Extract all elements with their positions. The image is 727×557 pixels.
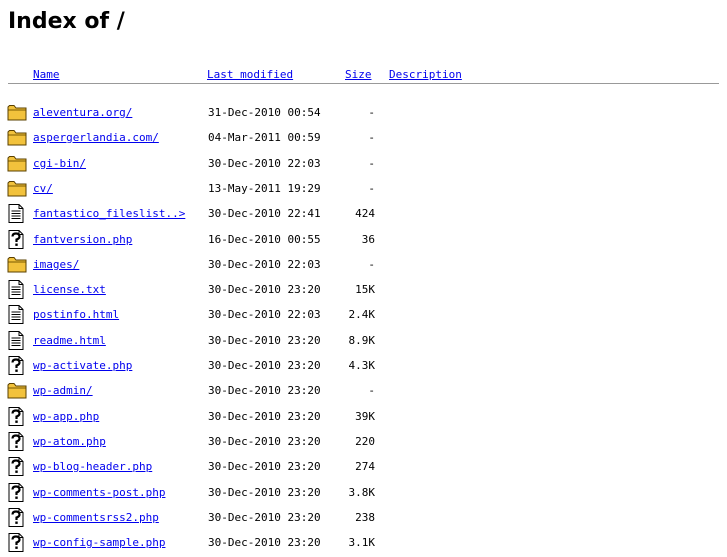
text-file-icon: [7, 304, 27, 326]
table-row: wp-commentsrss2.php 30-Dec-2010 23:20 238: [0, 507, 727, 529]
text-file-icon: [7, 330, 27, 352]
table-row: wp-activate.php 30-Dec-2010 23:20 4.3K: [0, 355, 727, 377]
file-link[interactable]: fantversion.php: [33, 233, 132, 246]
last-modified-cell: 30-Dec-2010 23:20: [208, 384, 321, 397]
folder-icon: [7, 178, 27, 200]
last-modified-cell: 04-Mar-2011 00:59: [208, 131, 321, 144]
size-cell: -: [368, 258, 375, 271]
folder-icon: [7, 254, 27, 276]
unknown-file-icon: [7, 456, 27, 478]
column-header-description[interactable]: Description: [389, 68, 462, 82]
header-divider: [8, 83, 719, 84]
last-modified-cell: 30-Dec-2010 22:41: [208, 207, 321, 220]
file-link[interactable]: wp-admin/: [33, 384, 93, 397]
file-link[interactable]: aspergerlandia.com/: [33, 131, 159, 144]
last-modified-cell: 30-Dec-2010 23:20: [208, 283, 321, 296]
table-row: fantversion.php 16-Dec-2010 00:55 36: [0, 229, 727, 251]
file-link[interactable]: postinfo.html: [33, 308, 119, 321]
table-row: cv/13-May-2011 19:29 -: [0, 178, 727, 200]
file-link[interactable]: fantastico_fileslist..>: [33, 207, 185, 220]
unknown-file-icon: [7, 355, 27, 377]
file-link[interactable]: cv/: [33, 182, 53, 195]
file-link[interactable]: readme.html: [33, 334, 106, 347]
size-cell: 424: [355, 207, 375, 220]
file-link[interactable]: images/: [33, 258, 79, 271]
unknown-file-icon: [7, 482, 27, 504]
last-modified-cell: 30-Dec-2010 22:03: [208, 157, 321, 170]
size-cell: 15K: [355, 283, 375, 296]
size-cell: -: [368, 157, 375, 170]
file-link[interactable]: license.txt: [33, 283, 106, 296]
column-header-last-modified[interactable]: Last modified: [207, 68, 293, 82]
folder-icon: [7, 153, 27, 175]
size-cell: 238: [355, 511, 375, 524]
last-modified-cell: 30-Dec-2010 23:20: [208, 460, 321, 473]
last-modified-cell: 30-Dec-2010 22:03: [208, 258, 321, 271]
last-modified-cell: 13-May-2011 19:29: [208, 182, 321, 195]
last-modified-cell: 30-Dec-2010 23:20: [208, 334, 321, 347]
size-cell: -: [368, 182, 375, 195]
table-row: wp-config-sample.php 30-Dec-2010 23:20 3.1…: [0, 532, 727, 554]
size-cell: 220: [355, 435, 375, 448]
unknown-file-icon: [7, 406, 27, 428]
column-header-size[interactable]: Size: [345, 68, 372, 82]
last-modified-cell: 30-Dec-2010 23:20: [208, 511, 321, 524]
file-link[interactable]: wp-config-sample.php: [33, 536, 165, 549]
last-modified-cell: 30-Dec-2010 23:20: [208, 486, 321, 499]
table-row: postinfo.html 30-Dec-2010 22:03 2.4K: [0, 304, 727, 326]
unknown-file-icon: [7, 532, 27, 554]
text-file-icon: [7, 203, 27, 225]
table-row: cgi-bin/30-Dec-2010 22:03 -: [0, 153, 727, 175]
unknown-file-icon: [7, 507, 27, 529]
table-row: aspergerlandia.com/04-Mar-2011 00:59 -: [0, 127, 727, 149]
table-row: images/30-Dec-2010 22:03 -: [0, 254, 727, 276]
size-cell: -: [368, 106, 375, 119]
size-cell: -: [368, 384, 375, 397]
table-row: license.txt 30-Dec-2010 23:20 15K: [0, 279, 727, 301]
column-header-name[interactable]: Name: [33, 68, 60, 82]
last-modified-cell: 31-Dec-2010 00:54: [208, 106, 321, 119]
last-modified-cell: 16-Dec-2010 00:55: [208, 233, 321, 246]
text-file-icon: [7, 279, 27, 301]
unknown-file-icon: [7, 431, 27, 453]
size-cell: 36: [361, 233, 375, 246]
page-title: Index of /: [8, 9, 125, 34]
last-modified-cell: 30-Dec-2010 22:03: [208, 308, 321, 321]
file-link[interactable]: wp-blog-header.php: [33, 460, 152, 473]
file-link[interactable]: cgi-bin/: [33, 157, 86, 170]
file-link[interactable]: wp-activate.php: [33, 359, 132, 372]
size-cell: 4.3K: [348, 359, 376, 372]
file-link[interactable]: wp-commentsrss2.php: [33, 511, 159, 524]
folder-icon: [7, 380, 27, 402]
table-row: aleventura.org/31-Dec-2010 00:54 -: [0, 102, 727, 124]
table-row: readme.html 30-Dec-2010 23:20 8.9K: [0, 330, 727, 352]
size-cell: 8.9K: [348, 334, 376, 347]
file-link[interactable]: wp-atom.php: [33, 435, 106, 448]
last-modified-cell: 30-Dec-2010 23:20: [208, 536, 321, 549]
last-modified-cell: 30-Dec-2010 23:20: [208, 410, 321, 423]
table-row: wp-atom.php 30-Dec-2010 23:20 220: [0, 431, 727, 453]
size-cell: -: [368, 131, 375, 144]
file-link[interactable]: wp-comments-post.php: [33, 486, 165, 499]
size-cell: 39K: [355, 410, 375, 423]
size-cell: 2.4K: [348, 308, 376, 321]
unknown-file-icon: [7, 229, 27, 251]
folder-icon: [7, 127, 27, 149]
table-row: fantastico_fileslist..> 30-Dec-2010 22:41…: [0, 203, 727, 225]
size-cell: 3.8K: [348, 486, 376, 499]
file-link[interactable]: aleventura.org/: [33, 106, 132, 119]
folder-icon: [7, 102, 27, 124]
size-cell: 3.1K: [348, 536, 376, 549]
size-cell: 274: [355, 460, 375, 473]
last-modified-cell: 30-Dec-2010 23:20: [208, 435, 321, 448]
table-row: wp-admin/30-Dec-2010 23:20 -: [0, 380, 727, 402]
table-row: wp-app.php 30-Dec-2010 23:20 39K: [0, 406, 727, 428]
table-row: wp-comments-post.php 30-Dec-2010 23:20 3.8…: [0, 482, 727, 504]
file-link[interactable]: wp-app.php: [33, 410, 99, 423]
last-modified-cell: 30-Dec-2010 23:20: [208, 359, 321, 372]
table-row: wp-blog-header.php 30-Dec-2010 23:20 274: [0, 456, 727, 478]
